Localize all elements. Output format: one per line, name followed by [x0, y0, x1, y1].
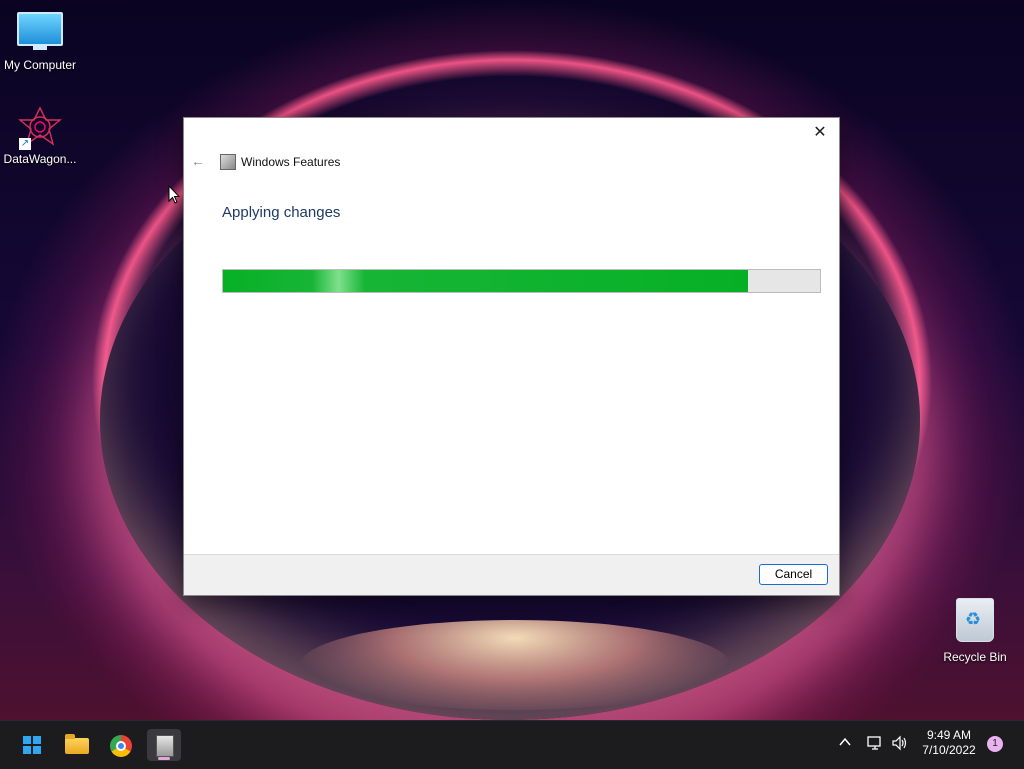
- windows-features-icon: [220, 154, 236, 170]
- dialog-footer: Cancel: [184, 554, 839, 595]
- system-clock[interactable]: 9:49 AM 7/10/2022: [918, 728, 980, 758]
- clock-date: 7/10/2022: [922, 743, 976, 757]
- windows-features-dialog: ✕ ← Windows Features Applying changes Ca…: [183, 117, 840, 596]
- file-explorer-icon: [65, 734, 89, 754]
- start-button[interactable]: [15, 729, 49, 761]
- clock-time: 9:49 AM: [926, 728, 972, 742]
- status-heading: Applying changes: [222, 204, 341, 221]
- desktop-icon-datawagon[interactable]: ↗ DataWagon...: [0, 106, 80, 166]
- recycle-bin-icon: ♻: [956, 598, 994, 642]
- taskbar-file-explorer[interactable]: [60, 729, 94, 761]
- mouse-cursor-icon: [168, 185, 180, 204]
- show-hidden-icons-button[interactable]: [838, 735, 852, 752]
- progress-bar-fill: [223, 270, 749, 292]
- desktop-icon-my-computer[interactable]: My Computer: [0, 12, 80, 72]
- close-button[interactable]: ✕: [807, 122, 833, 144]
- volume-icon[interactable]: [891, 735, 909, 754]
- cancel-button[interactable]: Cancel: [759, 564, 828, 585]
- back-arrow-icon[interactable]: ←: [191, 153, 205, 169]
- desktop-icon-label: My Computer: [3, 58, 77, 72]
- network-icon[interactable]: [866, 735, 884, 754]
- chrome-icon: [110, 735, 132, 757]
- taskbar-chrome[interactable]: [104, 729, 138, 761]
- dialog-title: Windows Features: [241, 155, 341, 169]
- computer-icon: [17, 12, 63, 50]
- shortcut-arrow-icon: ↗: [19, 138, 31, 150]
- taskbar-windows-features[interactable]: [147, 729, 181, 761]
- start-icon: [23, 736, 41, 754]
- notification-badge[interactable]: 1: [987, 736, 1003, 752]
- windows-features-icon: [156, 735, 174, 757]
- desktop-icon-label: Recycle Bin: [943, 650, 1007, 664]
- desktop-icon-recycle-bin[interactable]: ♻ Recycle Bin: [935, 598, 1015, 664]
- datawagon-icon: ↗: [17, 106, 63, 150]
- desktop-icon-label: DataWagon...: [3, 152, 77, 166]
- progress-bar: [222, 269, 821, 293]
- wallpaper-glow-bottom: [300, 620, 730, 710]
